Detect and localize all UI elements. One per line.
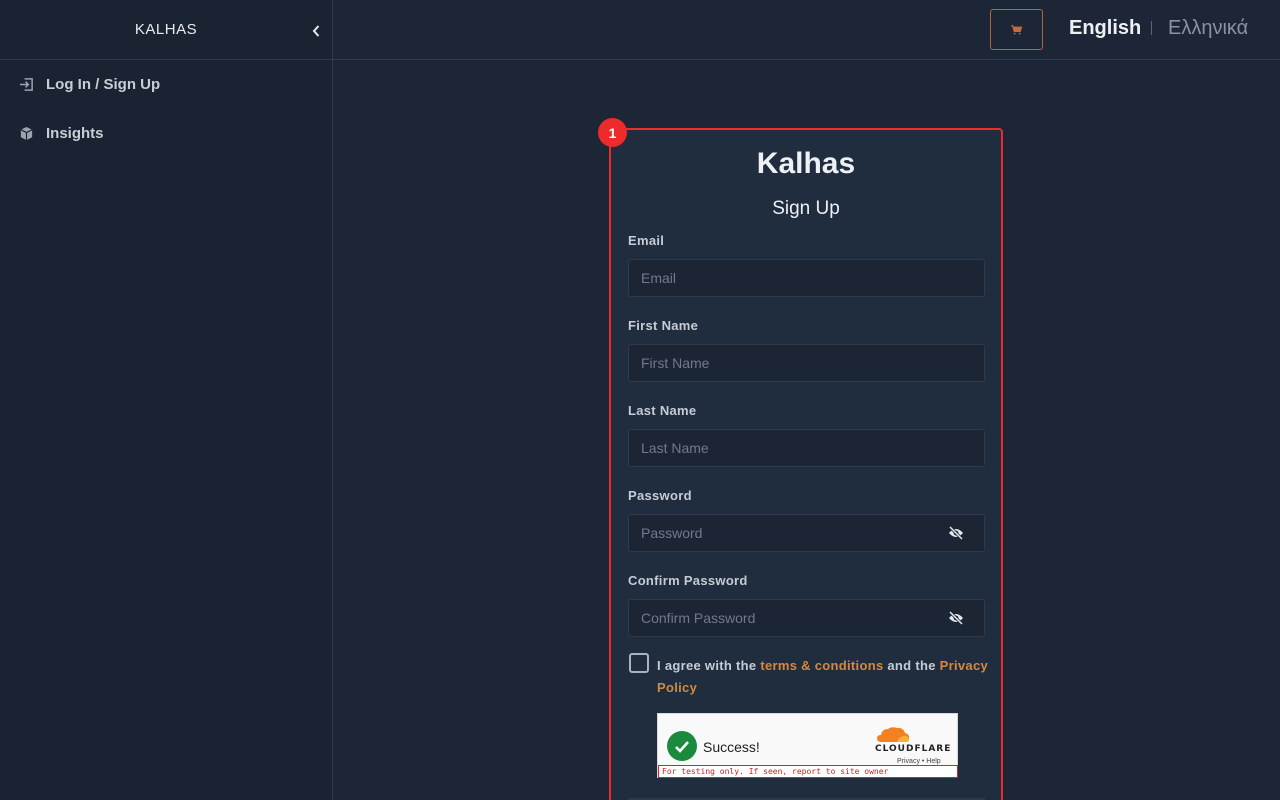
language-greek[interactable]: Ελληνικά [1168, 17, 1248, 40]
collapse-sidebar-button[interactable] [308, 22, 324, 40]
form-title: Kalhas [756, 147, 856, 180]
login-icon [18, 77, 34, 93]
first-name-field[interactable] [628, 344, 985, 382]
sidebar-item-insights[interactable]: Insights [0, 109, 332, 158]
language-english[interactable]: English [1069, 17, 1141, 40]
signup-card: Kalhas Sign Up Email First Name Last Nam… [609, 128, 1003, 800]
sidebar-item-label: Insights [46, 125, 104, 142]
form-subtitle: Sign Up [772, 198, 840, 219]
cart-icon [1011, 24, 1022, 35]
toggle-confirm-password-visibility-button[interactable] [947, 610, 965, 626]
email-field[interactable] [628, 259, 985, 297]
sidebar-item-label: Log In / Sign Up [46, 76, 161, 93]
password-field[interactable] [628, 514, 985, 552]
last-name-field[interactable] [628, 429, 985, 467]
chevron-left-icon [312, 25, 320, 37]
last-name-label: Last Name [628, 403, 697, 418]
email-label: Email [628, 233, 665, 248]
check-circle-icon [667, 731, 697, 761]
confirm-password-field[interactable] [628, 599, 985, 637]
sidebar: KALHAS Log In / Sign Up Insights [0, 0, 333, 800]
brand-name: KALHAS [134, 21, 198, 38]
captcha-test-warning: For testing only. If seen, report to sit… [658, 765, 958, 778]
language-divider [1151, 21, 1152, 35]
terms-agreement-text: I agree with the terms & conditions and … [657, 655, 993, 699]
terms-link[interactable]: terms & conditions [760, 658, 883, 673]
captcha-status: Success! [703, 739, 760, 755]
annotation-marker: 1 [598, 118, 627, 147]
captcha-widget[interactable]: Success! CLOUDFLARE Privacy • Help For t… [657, 713, 958, 778]
sidebar-item-login[interactable]: Log In / Sign Up [0, 60, 332, 109]
captcha-links[interactable]: Privacy • Help [897, 758, 941, 765]
agree-middle: and the [883, 658, 940, 673]
insights-icon [18, 126, 34, 142]
password-label: Password [628, 488, 692, 503]
toggle-password-visibility-button[interactable] [947, 525, 965, 541]
first-name-label: First Name [628, 318, 699, 333]
eye-slash-icon [948, 526, 964, 540]
agree-prefix: I agree with the [657, 658, 761, 673]
terms-checkbox[interactable] [629, 653, 649, 673]
sidebar-header: KALHAS [0, 0, 332, 60]
top-bar: English Ελληνικά [333, 0, 1280, 60]
confirm-password-label: Confirm Password [628, 573, 748, 588]
cart-button[interactable] [990, 9, 1043, 50]
captcha-provider: CLOUDFLARE [875, 744, 952, 754]
eye-slash-icon [948, 611, 964, 625]
